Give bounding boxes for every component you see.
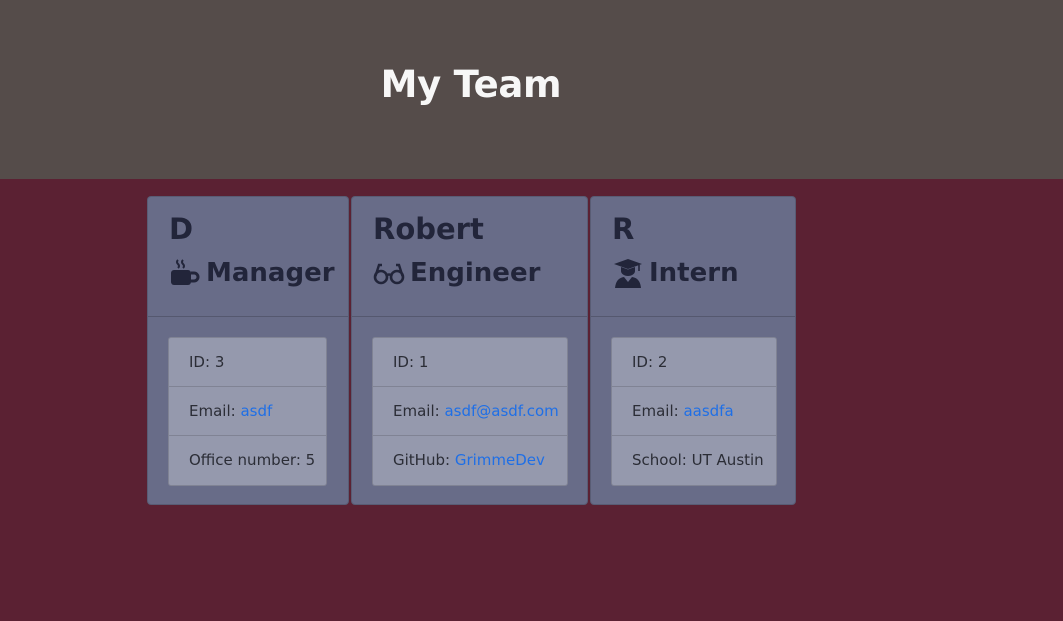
info-list: ID: 2 Email: aasdfa School: UT Austin [611,337,777,486]
school-value: UT Austin [691,451,764,469]
coffee-mug-icon [169,257,201,289]
email-label: Email: [632,402,679,420]
employee-role: Intern [612,257,775,289]
id-value: 2 [657,353,668,371]
email-link[interactable]: asdf@asdf.com [444,402,558,420]
graduate-icon [612,257,644,289]
github-link[interactable]: GrimmeDev [455,451,545,469]
role-label: Intern [649,258,739,288]
role-label: Manager [206,258,335,288]
role-label: Engineer [410,258,541,288]
card-header: R Intern [591,197,795,317]
card-body: ID: 1 Email: asdf@asdf.com GitHub: Grimm… [352,317,587,486]
team-cards: D Manager ID: 3 Email: asdf Office numbe… [147,196,798,505]
id-row: ID: 2 [612,338,776,387]
card-header: D Manager [148,197,348,317]
office-number-value: 5 [305,451,316,469]
school-label: School: [632,451,687,469]
id-value: 3 [214,353,225,371]
employee-card-intern: R Intern ID: 2 Email: aasdfa School: UT … [590,196,796,505]
email-link[interactable]: aasdfa [683,402,733,420]
info-list: ID: 1 Email: asdf@asdf.com GitHub: Grimm… [372,337,568,486]
email-label: Email: [189,402,236,420]
page-header: My Team [0,0,1063,179]
id-row: ID: 3 [169,338,326,387]
glasses-icon [373,257,405,289]
employee-role: Manager [169,257,335,289]
employee-card-engineer: Robert Engineer ID: 1 Email: asdf@asdf.c [351,196,588,505]
employee-role: Engineer [373,257,567,289]
info-list: ID: 3 Email: asdf Office number: 5 [168,337,327,486]
office-number-row: Office number: 5 [169,436,326,485]
page-title: My Team [380,63,562,106]
office-number-label: Office number: [189,451,301,469]
id-label: ID: [393,353,415,371]
card-header: Robert Engineer [352,197,587,317]
card-body: ID: 2 Email: aasdfa School: UT Austin [591,317,795,486]
github-label: GitHub: [393,451,451,469]
email-row: Email: asdf@asdf.com [373,387,567,436]
school-row: School: UT Austin [612,436,776,485]
id-value: 1 [418,353,429,371]
employee-name: D [169,212,194,246]
card-body: ID: 3 Email: asdf Office number: 5 [148,317,348,486]
id-label: ID: [189,353,211,371]
employee-name: Robert [373,212,484,246]
employee-name: R [612,212,635,246]
employee-card-manager: D Manager ID: 3 Email: asdf Office numbe… [147,196,349,505]
id-row: ID: 1 [373,338,567,387]
email-row: Email: aasdfa [612,387,776,436]
id-label: ID: [632,353,654,371]
email-link[interactable]: asdf [240,402,272,420]
github-row: GitHub: GrimmeDev [373,436,567,485]
email-row: Email: asdf [169,387,326,436]
email-label: Email: [393,402,440,420]
